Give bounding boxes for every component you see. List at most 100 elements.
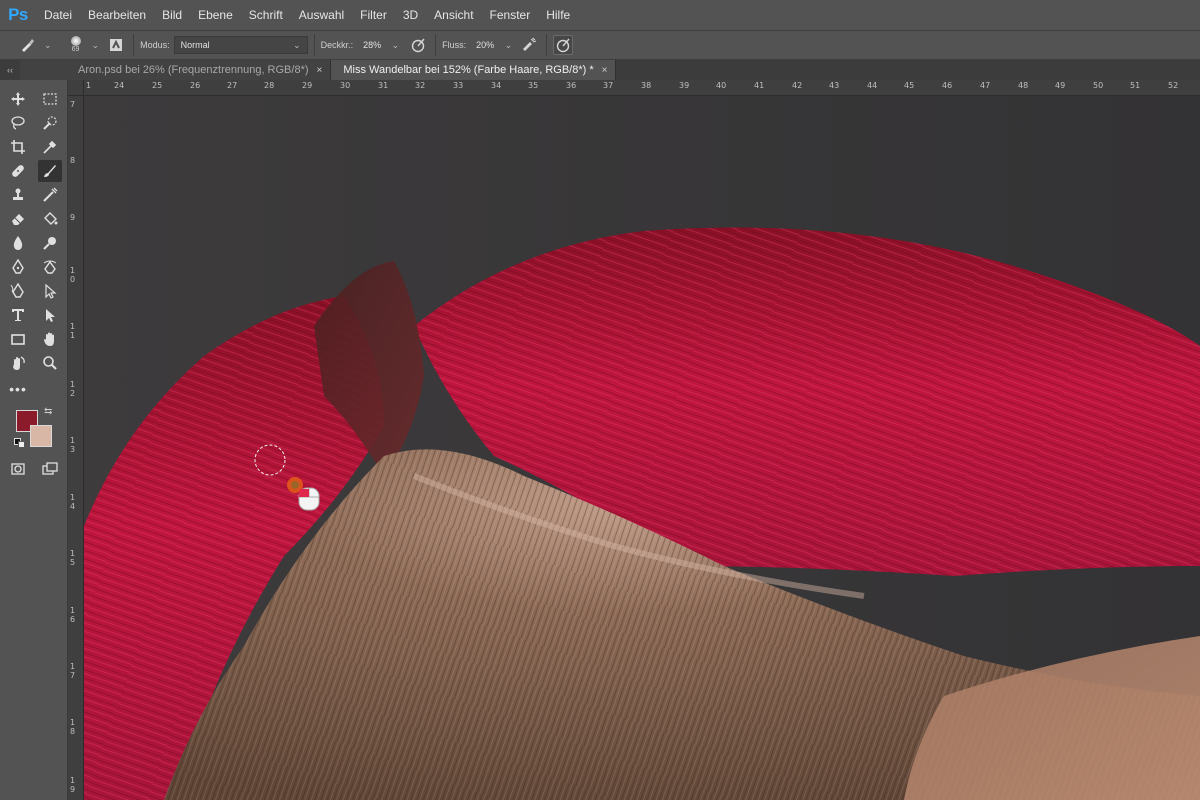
lasso-tool-icon[interactable] — [6, 112, 30, 134]
menu-hilfe[interactable]: Hilfe — [538, 0, 578, 30]
blur-tool-icon[interactable] — [6, 232, 30, 254]
horizontal-ruler[interactable]: 1 24 25 26 27 28 29 30 31 32 33 34 35 36 37 38 39 40 41 42 4… — [84, 80, 1200, 96]
crop-tool-icon[interactable] — [6, 136, 30, 158]
ruler-tick-label: 25 — [152, 81, 163, 90]
menu-fenster[interactable]: Fenster — [482, 0, 539, 30]
ruler-tick-label: 36 — [566, 81, 577, 90]
ruler-tick-label: 30 — [340, 81, 351, 90]
ruler-tick-label: 8 — [70, 156, 76, 165]
direct-selection-tool-icon[interactable] — [38, 304, 62, 326]
chevron-down-icon[interactable]: ⌄ — [92, 40, 100, 51]
menu-ansicht[interactable]: Ansicht — [426, 0, 481, 30]
menu-schrift[interactable]: Schrift — [241, 0, 291, 30]
mode-select[interactable]: Normal ⌄ — [173, 36, 308, 54]
freeform-pen-tool-icon[interactable] — [6, 280, 30, 302]
rotate-view-tool-icon[interactable] — [6, 352, 30, 374]
brush-tip-icon[interactable] — [70, 36, 81, 46]
flow-field[interactable]: 20% ⌄ — [470, 36, 518, 54]
ruler-tick-label: 27 — [227, 81, 238, 90]
chevron-down-icon[interactable]: ⌄ — [44, 40, 52, 51]
menu-bearbeiten[interactable]: Bearbeiten — [80, 0, 154, 30]
brush-tool-icon[interactable] — [38, 160, 62, 182]
tab-miss-wandelbar[interactable]: Miss Wandelbar bei 152% (Farbe Haare, RG… — [331, 60, 617, 80]
ruler-tick-label: 45 — [904, 81, 915, 90]
chevron-down-icon: ⌄ — [504, 39, 513, 50]
quick-mask-icon[interactable] — [6, 458, 30, 480]
path-selection-tool-icon[interactable] — [38, 280, 62, 302]
mode-value: Normal — [180, 40, 210, 50]
quick-selection-tool-icon[interactable] — [38, 112, 62, 134]
tab-label: Miss Wandelbar bei 152% (Farbe Haare, RG… — [343, 64, 594, 76]
separator — [546, 34, 548, 56]
pressure-opacity-icon[interactable] — [407, 34, 429, 56]
tab-aron[interactable]: Aron.psd bei 26% (Frequenztrennung, RGB/… — [20, 60, 332, 80]
zoom-tool-icon[interactable] — [38, 352, 62, 374]
menu-datei[interactable]: Datei — [36, 0, 80, 30]
ruler-tick-label: 44 — [867, 81, 878, 90]
history-brush-tool-icon[interactable] — [38, 184, 62, 206]
move-tool-icon[interactable] — [6, 88, 30, 110]
ruler-tick-label: 33 — [453, 81, 464, 90]
clone-stamp-tool-icon[interactable] — [6, 184, 30, 206]
toolbox: ••• ⇆ — [0, 80, 68, 800]
swap-colors-icon[interactable]: ⇆ — [44, 406, 52, 417]
paint-bucket-tool-icon[interactable] — [38, 208, 62, 230]
healing-brush-tool-icon[interactable] — [6, 160, 30, 182]
pen-tool-icon[interactable] — [6, 256, 30, 278]
tab-label: Aron.psd bei 26% (Frequenztrennung, RGB/… — [78, 64, 309, 76]
pressure-size-icon[interactable] — [553, 35, 574, 55]
eraser-tool-icon[interactable] — [6, 208, 30, 230]
close-icon[interactable]: × — [602, 65, 608, 76]
ruler-tick-label: 10 — [70, 266, 76, 284]
eyedropper-tool-icon[interactable] — [38, 136, 62, 158]
curvature-pen-tool-icon[interactable] — [38, 256, 62, 278]
brush-preset-icon[interactable] — [16, 34, 38, 56]
close-icon[interactable]: × — [317, 65, 323, 76]
ruler-tick-label: 50 — [1093, 81, 1104, 90]
ruler-tick-label: 12 — [70, 380, 76, 398]
vertical-ruler[interactable]: 7 8 9 10 11 12 13 14 15 16 17 18 19 — [68, 96, 84, 800]
rectangle-tool-icon[interactable] — [6, 328, 30, 350]
document-canvas[interactable] — [84, 96, 1200, 800]
menu-ebene[interactable]: Ebene — [190, 0, 241, 30]
ruler-tick-label: 26 — [190, 81, 201, 90]
dodge-tool-icon[interactable] — [38, 232, 62, 254]
ruler-origin[interactable] — [68, 80, 84, 96]
default-colors-icon[interactable] — [14, 438, 26, 448]
opacity-value: 28% — [363, 40, 382, 50]
menu-bild[interactable]: Bild — [154, 0, 190, 30]
menu-3d[interactable]: 3D — [395, 0, 426, 30]
ruler-tick-label: 19 — [70, 776, 76, 794]
ruler-tick-label: 32 — [415, 81, 426, 90]
ruler-tick-label: 46 — [942, 81, 953, 90]
chevron-down-icon: ⌄ — [391, 39, 400, 50]
app-logo: Ps — [0, 0, 36, 30]
ruler-tick-label: 42 — [792, 81, 803, 90]
brush-panel-icon[interactable] — [105, 34, 127, 56]
ruler-tick-label: 15 — [70, 549, 76, 567]
ruler-tick-label: 9 — [70, 213, 76, 222]
flow-label: Fluss: — [442, 40, 467, 50]
ruler-tick-label: 43 — [829, 81, 840, 90]
type-tool-icon[interactable] — [6, 304, 30, 326]
marquee-tool-icon[interactable] — [38, 88, 62, 110]
ruler-tick-label: 49 — [1055, 81, 1066, 90]
background-color-swatch[interactable] — [30, 425, 52, 447]
panel-collapse-icon[interactable]: ‹‹ — [0, 60, 20, 80]
ruler-tick-label: 40 — [716, 81, 727, 90]
ruler-tick-label: 39 — [679, 81, 690, 90]
ruler-tick-label: 38 — [641, 81, 652, 90]
hand-tool-icon[interactable] — [38, 328, 62, 350]
more-tools-icon[interactable]: ••• — [6, 378, 30, 400]
menu-auswahl[interactable]: Auswahl — [291, 0, 352, 30]
ruler-tick-label: 41 — [754, 81, 765, 90]
ruler-tick-label: 47 — [980, 81, 991, 90]
opacity-field[interactable]: 28% ⌄ — [357, 36, 405, 54]
ruler-tick-label: 52 — [1168, 81, 1179, 90]
ruler-tick-label: 31 — [378, 81, 389, 90]
separator — [435, 34, 437, 56]
screen-mode-icon[interactable] — [38, 458, 62, 480]
airbrush-icon[interactable] — [518, 34, 540, 56]
flow-value: 20% — [476, 40, 495, 50]
menu-filter[interactable]: Filter — [352, 0, 395, 30]
